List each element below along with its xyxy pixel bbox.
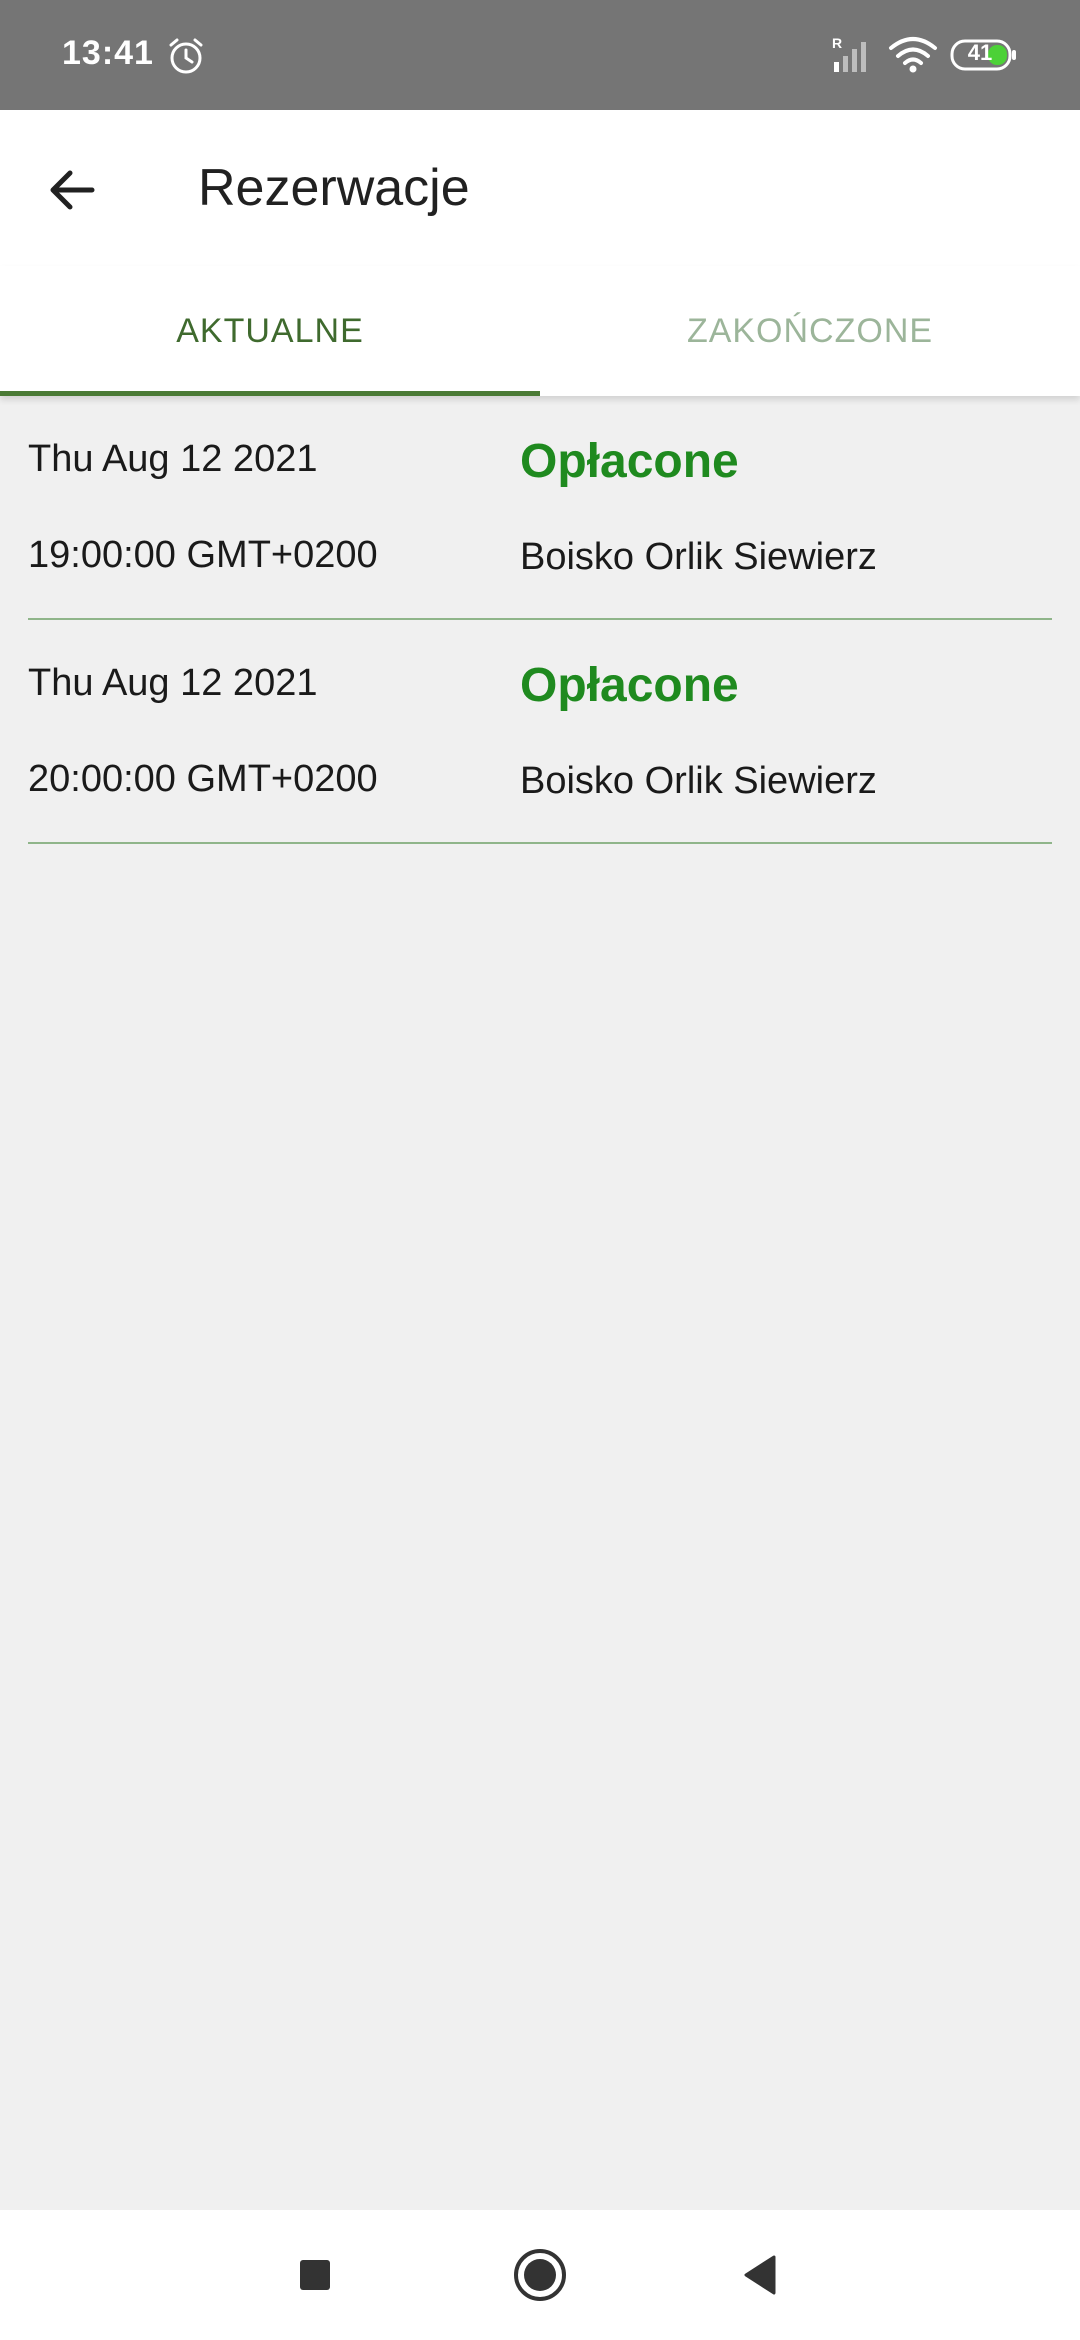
home-button[interactable] [505,2240,575,2310]
status-bar: 13:41 R 41 [0,0,1080,110]
list-item[interactable]: Thu Aug 12 2021 20:00:00 GMT+0200 Opłaco… [28,620,1052,844]
tab-finished[interactable]: ZAKOŃCZONE [540,266,1080,396]
reservation-list: Thu Aug 12 2021 19:00:00 GMT+0200 Opłaco… [0,396,1080,844]
reservation-place: Boisko Orlik Siewierz [520,536,877,578]
back-triangle-icon [744,2255,776,2295]
tab-finished-label: ZAKOŃCZONE [686,311,934,350]
nav-back-button[interactable] [725,2240,795,2310]
svg-text:R: R [832,35,842,51]
tab-current[interactable]: AKTUALNE [0,266,540,396]
arrow-left-icon [50,170,95,210]
page-title: Rezerwacje [198,159,470,217]
wifi-icon [889,37,937,73]
home-circle-icon [514,2249,566,2301]
status-badge: Opłacone [520,659,739,712]
status-time: 13:41 [62,34,154,72]
battery-level: 41 [967,40,993,65]
reservation-time: 20:00:00 GMT+0200 [28,758,378,800]
list-item[interactable]: Thu Aug 12 2021 19:00:00 GMT+0200 Opłaco… [28,396,1052,620]
status-badge: Opłacone [520,435,739,488]
app-bar: Rezerwacje [0,110,1080,266]
reservation-date: Thu Aug 12 2021 [28,662,318,704]
recents-square-icon [300,2260,330,2290]
alarm-icon [169,38,203,74]
tab-bar: AKTUALNE ZAKOŃCZONE [0,266,1080,396]
reservation-time: 19:00:00 GMT+0200 [28,534,378,576]
back-button[interactable] [30,148,114,232]
reservation-date: Thu Aug 12 2021 [28,438,318,480]
tab-current-label: AKTUALNE [176,311,364,350]
recents-button[interactable] [280,2240,350,2310]
reservation-place: Boisko Orlik Siewierz [520,760,877,802]
signal-icon: R [832,35,866,72]
system-nav-bar [0,2210,1080,2340]
